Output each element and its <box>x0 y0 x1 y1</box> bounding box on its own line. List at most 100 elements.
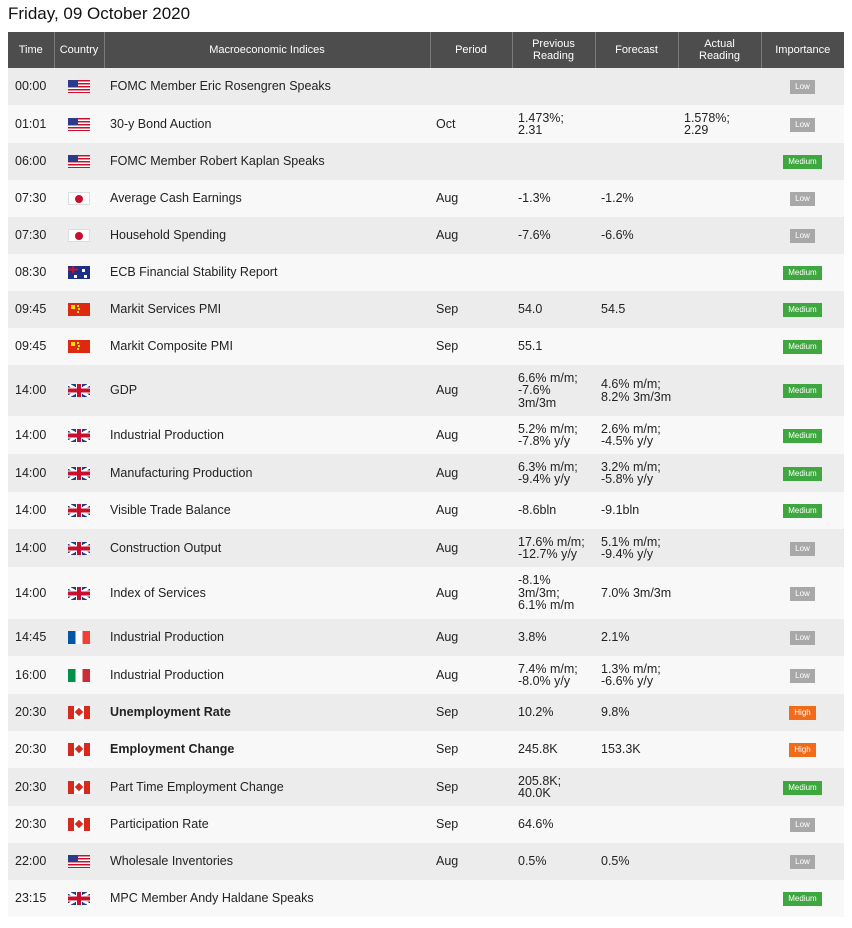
period-cell <box>430 143 512 180</box>
indicator-text: 30-y Bond Auction <box>110 116 212 131</box>
forecast-text: 5.1% m/m; -9.4% y/y <box>601 534 661 561</box>
table-row[interactable]: 00:00 FOMC Member Eric Rosengren Speaks Lo… <box>8 68 844 105</box>
importance-cell: Low <box>761 180 844 217</box>
previous-reading-text: 55.1 <box>518 339 543 354</box>
country-cell <box>54 143 104 180</box>
column-header-previous[interactable]: Previous Reading <box>511 32 595 68</box>
column-header-importance[interactable]: Importance <box>760 32 844 68</box>
actual-reading-cell <box>678 365 761 416</box>
indicator-cell: Visible Trade Balance <box>104 492 430 529</box>
table-row[interactable]: 20:30 Unemployment Rate Sep 10.2% 9.8% High <box>8 694 844 731</box>
table-row[interactable]: 14:00 Construction Output Aug 17.6% m/m; -1… <box>8 529 844 567</box>
page-title: Friday, 09 October 2020 <box>8 4 191 23</box>
table-row[interactable]: 01:01 30-y Bond Auction Oct 1.473%; 2.31 1.5… <box>8 105 844 143</box>
importance-badge: Medium <box>783 892 822 906</box>
time-text: 00:00 <box>15 79 47 94</box>
indicator-text: GDP <box>110 383 138 398</box>
time-text: 14:00 <box>15 383 47 398</box>
forecast-cell: -9.1bln <box>595 492 678 529</box>
previous-reading-text: 17.6% m/m; -12.7% y/y <box>518 534 585 561</box>
table-row[interactable]: 20:30 Part Time Employment Change Sep 205.8… <box>8 768 844 806</box>
forecast-text: 9.8% <box>601 705 630 720</box>
forecast-text: 0.5% <box>601 854 630 869</box>
indicator-cell: Industrial Production <box>104 656 430 694</box>
previous-reading-cell: -8.1% 3m/3m; 6.1% m/m <box>512 567 595 619</box>
time-text: 14:00 <box>15 585 47 600</box>
forecast-cell: -6.6% <box>595 217 678 254</box>
previous-reading-text: 10.2% <box>518 705 554 720</box>
time-cell: 01:01 <box>8 105 54 143</box>
canada-flag-icon <box>68 743 90 757</box>
actual-reading-cell <box>678 454 761 492</box>
table-row[interactable]: 14:00 Industrial Production Aug 5.2% m/m; -… <box>8 416 844 454</box>
column-header-forecast[interactable]: Forecast <box>594 32 678 68</box>
importance-cell: Low <box>761 529 844 567</box>
table-row[interactable]: 09:45 Markit Services PMI Sep 54.0 54.5 Mediu… <box>8 291 844 328</box>
previous-reading-cell <box>512 254 595 291</box>
actual-reading-cell <box>678 416 761 454</box>
table-row[interactable]: 14:00 Index of Services Aug -8.1% 3m/3m; 6.… <box>8 567 844 619</box>
time-cell: 07:30 <box>8 217 54 254</box>
period-text: Aug <box>436 540 459 555</box>
table-row[interactable]: 20:30 Employment Change Sep 245.8K 153.3K Hig… <box>8 731 844 768</box>
table-row[interactable]: 08:30 ECB Financial Stability Report Mediu… <box>8 254 844 291</box>
forecast-cell: 0.5% <box>595 843 678 880</box>
period-cell: Sep <box>430 328 512 365</box>
actual-reading-cell: 1.578%; 2.29 <box>678 105 761 143</box>
us-flag-icon <box>68 855 90 869</box>
time-cell: 06:00 <box>8 143 54 180</box>
previous-reading-cell: 0.5% <box>512 843 595 880</box>
period-cell: Aug <box>430 454 512 492</box>
column-header-country[interactable]: Country <box>53 32 104 68</box>
indicator-cell: Industrial Production <box>104 619 430 656</box>
uk-flag-icon <box>68 892 90 906</box>
table-row[interactable]: 20:30 Participation Rate Sep 64.6% Low <box>8 806 844 843</box>
forecast-cell: 9.8% <box>595 694 678 731</box>
previous-reading-text: -8.1% 3m/3m; 6.1% m/m <box>518 573 575 613</box>
actual-reading-text: 1.578%; 2.29 <box>684 110 730 137</box>
time-cell: 16:00 <box>8 656 54 694</box>
column-header-period[interactable]: Period <box>429 32 512 68</box>
period-cell: Sep <box>430 291 512 328</box>
table-row[interactable]: 22:00 Wholesale Inventories Aug 0.5% 0.5% Low <box>8 843 844 880</box>
period-cell: Sep <box>430 694 512 731</box>
column-header-actual[interactable]: Actual Reading <box>677 32 761 68</box>
table-row[interactable]: 14:00 GDP Aug 6.6% m/m; -7.6% 3m/3m 4.6% m/m… <box>8 365 844 416</box>
importance-badge: Medium <box>783 303 822 317</box>
forecast-cell: 4.6% m/m; 8.2% 3m/3m <box>595 365 678 416</box>
importance-badge: Medium <box>783 384 822 398</box>
actual-reading-cell <box>678 694 761 731</box>
time-cell: 07:30 <box>8 180 54 217</box>
table-row[interactable]: 14:00 Visible Trade Balance Aug -8.6bln -9.1… <box>8 492 844 529</box>
forecast-text: 2.1% <box>601 630 630 645</box>
indicator-text: Visible Trade Balance <box>110 503 231 518</box>
forecast-text: 1.3% m/m; -6.6% y/y <box>601 661 661 688</box>
table-row[interactable]: 14:45 Industrial Production Aug 3.8% 2.1% Low <box>8 619 844 656</box>
table-row[interactable]: 09:45 Markit Composite PMI Sep 55.1 Medium <box>8 328 844 365</box>
indicator-cell: Markit Services PMI <box>104 291 430 328</box>
importance-badge: Medium <box>783 266 822 280</box>
table-row[interactable]: 16:00 Industrial Production Aug 7.4% m/m; -… <box>8 656 844 694</box>
indicator-text: Construction Output <box>110 540 222 555</box>
table-row[interactable]: 23:15 MPC Member Andy Haldane Speaks Mediu… <box>8 880 844 917</box>
indicator-text: Index of Services <box>110 585 206 600</box>
table-row[interactable]: 06:00 FOMC Member Robert Kaplan Speaks Med… <box>8 143 844 180</box>
column-header-indices[interactable]: Macroeconomic Indices <box>103 32 430 68</box>
time-text: 23:15 <box>15 891 47 906</box>
period-cell: Aug <box>430 416 512 454</box>
importance-cell: Low <box>761 619 844 656</box>
country-cell <box>54 567 104 619</box>
time-cell: 14:00 <box>8 567 54 619</box>
column-header-time[interactable]: Time <box>8 32 54 68</box>
table-row[interactable]: 14:00 Manufacturing Production Aug 6.3% m/m… <box>8 454 844 492</box>
period-cell: Sep <box>430 806 512 843</box>
table-row[interactable]: 07:30 Household Spending Aug -7.6% -6.6% Low <box>8 217 844 254</box>
country-cell <box>54 105 104 143</box>
indicator-cell: Part Time Employment Change <box>104 768 430 806</box>
table-row[interactable]: 07:30 Average Cash Earnings Aug -1.3% -1.2% L… <box>8 180 844 217</box>
time-cell: 14:45 <box>8 619 54 656</box>
indicator-cell: Average Cash Earnings <box>104 180 430 217</box>
forecast-cell <box>595 143 678 180</box>
period-text: Sep <box>436 817 459 832</box>
country-cell <box>54 529 104 567</box>
